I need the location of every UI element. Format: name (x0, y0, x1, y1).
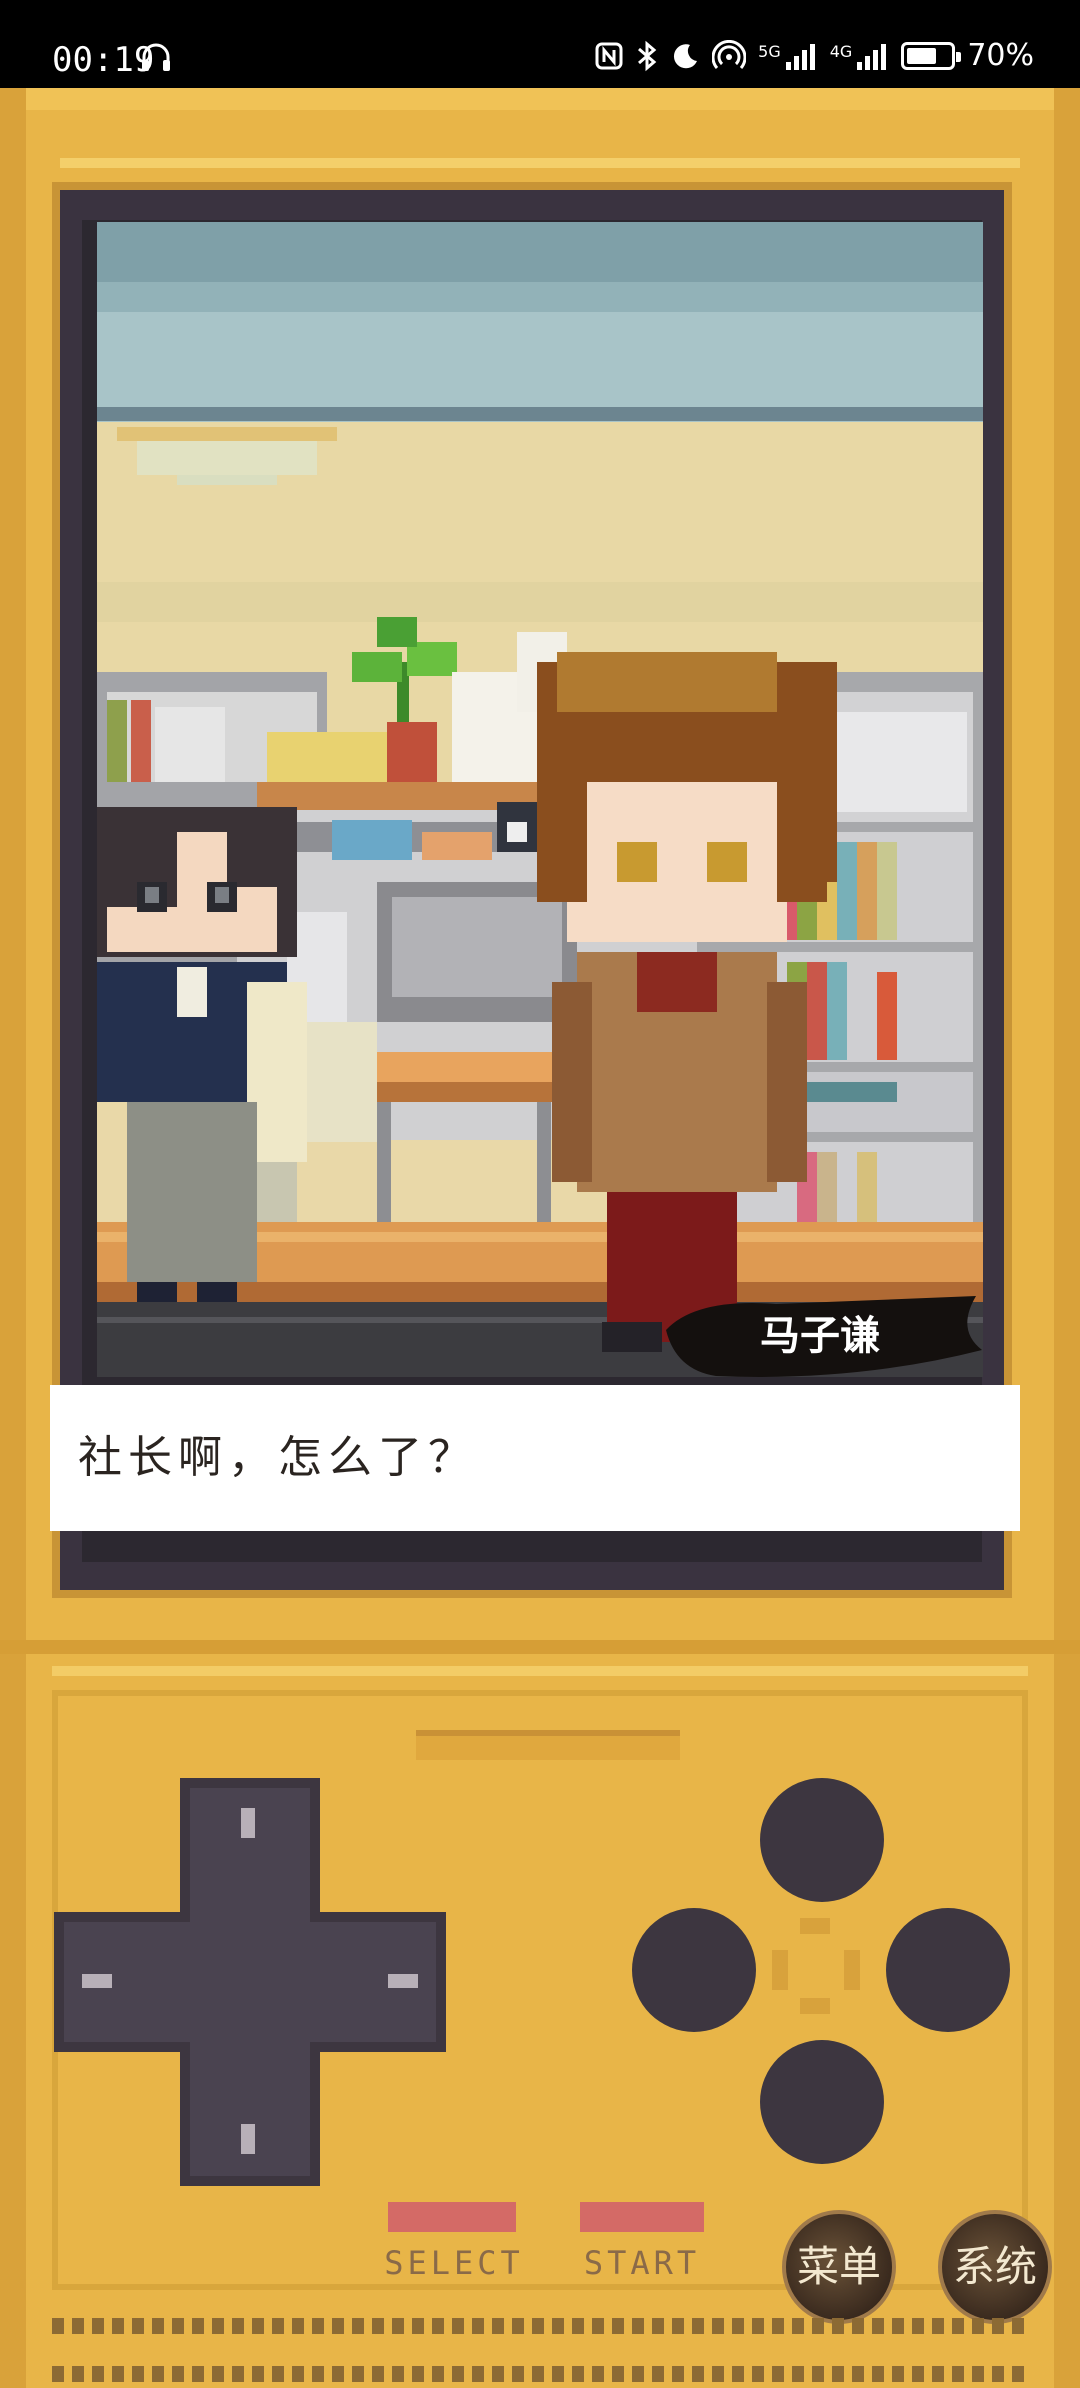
bluetooth-icon (638, 40, 657, 71)
dpad-right-icon[interactable] (388, 1974, 418, 1988)
nfc-icon (595, 42, 623, 69)
button-bottom[interactable] (760, 2040, 884, 2164)
start-button[interactable] (580, 2202, 704, 2232)
moon-icon (674, 43, 698, 68)
button-top[interactable] (760, 1778, 884, 1902)
signal-5g-icon: 5G (758, 42, 818, 70)
hotspot-icon (712, 39, 747, 69)
console-grille-top (52, 2318, 1024, 2334)
button-right[interactable] (886, 1908, 1010, 2032)
button-left[interactable] (632, 1908, 756, 2032)
status-bar: 00:19 5G 4G 70% (0, 0, 1080, 88)
speaker-grille (416, 1730, 680, 1760)
menu-button[interactable]: 菜单 (782, 2210, 896, 2324)
start-label: START (583, 2244, 701, 2282)
dialog-box[interactable]: 社长啊，怎么了？ (50, 1385, 1020, 1531)
select-button[interactable] (388, 2202, 516, 2232)
battery-icon (901, 41, 962, 70)
battery-percent: 70% (967, 38, 1034, 73)
game-screen[interactable] (97, 222, 983, 1377)
dpad-up-icon[interactable] (241, 1808, 255, 1838)
action-buttons[interactable] (632, 1778, 1012, 2170)
select-label: SELECT (384, 2244, 524, 2282)
dpad[interactable] (54, 1778, 446, 2186)
speaker-name: 马子谦 (760, 1312, 880, 1359)
dpad-down-icon[interactable] (241, 2124, 255, 2154)
status-time: 00:19 (52, 40, 155, 80)
signal-4g-icon: 4G (830, 42, 890, 70)
headphones-icon (142, 43, 170, 71)
system-button[interactable]: 系统 (938, 2210, 1052, 2324)
dialog-text: 社长啊，怎么了？ (78, 1432, 478, 1483)
dpad-left-icon[interactable] (82, 1974, 112, 1988)
console-grille-bottom (52, 2366, 1024, 2382)
